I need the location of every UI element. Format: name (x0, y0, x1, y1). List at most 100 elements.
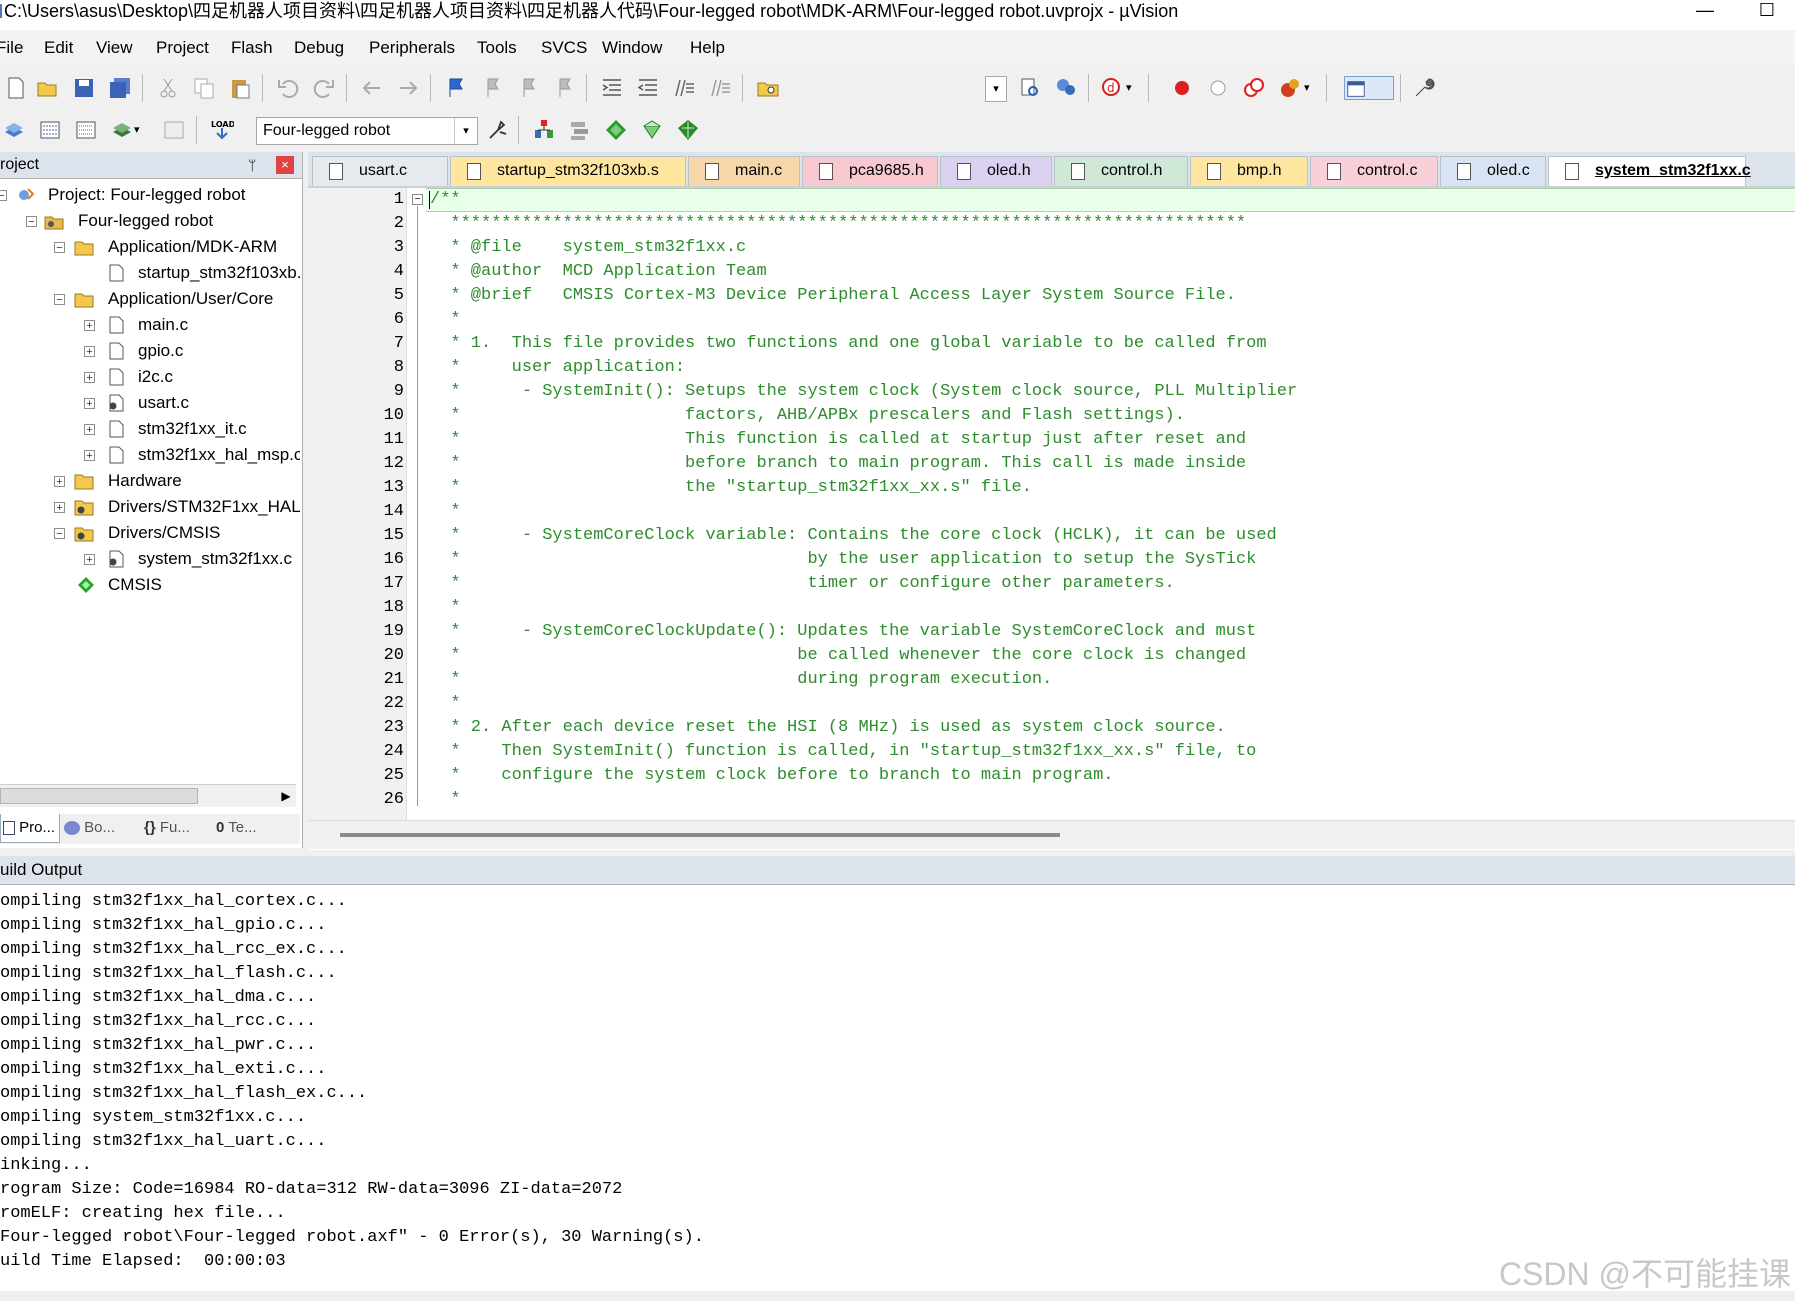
tree-item-label: CMSIS (108, 575, 162, 594)
tab-label: control.h (1101, 162, 1163, 179)
menu-svcs[interactable]: SVCS (541, 38, 587, 58)
tab-label: Bo... (84, 819, 116, 836)
editor-scrollbar[interactable] (308, 820, 1795, 849)
nav-forward-icon[interactable] (396, 76, 420, 100)
tab-oled-c[interactable]: oled.c (1440, 156, 1546, 186)
manage-rte-icon[interactable] (604, 118, 628, 142)
comment-icon[interactable] (672, 76, 696, 100)
save-icon[interactable] (72, 76, 96, 100)
tab-pca9685-h[interactable]: pca9685.h (802, 156, 938, 186)
breakpoint-icon[interactable] (1170, 76, 1194, 100)
batch-dropdown[interactable]: ▾ (134, 118, 148, 142)
tab-oled-h[interactable]: oled.h (940, 156, 1052, 186)
scroll-right-icon[interactable]: ▶ (276, 785, 296, 807)
debug-session-icon[interactable]: d (1100, 76, 1124, 100)
maximize-button[interactable]: ☐ (1744, 0, 1790, 24)
menu-file[interactable]: File (0, 38, 23, 58)
menu-window[interactable]: Window (602, 38, 662, 58)
tab-startup-s[interactable]: startup_stm32f103xb.s (450, 156, 686, 186)
options-for-target-icon[interactable] (486, 118, 510, 142)
chevron-down-icon[interactable]: ▾ (454, 118, 477, 144)
menu-tools[interactable]: Tools (477, 38, 517, 58)
templates-icon: 0 (216, 819, 225, 836)
minimize-button[interactable]: — (1682, 0, 1728, 24)
indent-icon[interactable] (600, 76, 624, 100)
target-select[interactable]: Four-legged robot ▾ (256, 117, 478, 145)
tab-functions[interactable]: {} Fu... (144, 814, 190, 842)
tab-label: main.c (735, 162, 783, 179)
bookmark-icon[interactable] (444, 76, 468, 100)
code-editor[interactable]: 1 2 3 4 5 6 7 8 9 10 11 12 13 14 15 16 1… (308, 188, 1795, 820)
tab-bmp-h[interactable]: bmp.h (1190, 156, 1308, 186)
tab-control-c[interactable]: control.c (1310, 156, 1438, 186)
tab-control-h[interactable]: control.h (1054, 156, 1188, 186)
translate-icon[interactable] (2, 118, 26, 142)
copy-icon[interactable] (192, 76, 216, 100)
pack-installer-icon[interactable] (640, 118, 664, 142)
scrollbar-thumb[interactable] (340, 833, 1060, 837)
find-in-files-icon[interactable] (756, 76, 780, 100)
find-icon[interactable] (1018, 76, 1042, 100)
save-all-icon[interactable] (108, 76, 132, 100)
tab-label: Pro... (19, 819, 56, 836)
undo-icon[interactable] (276, 76, 300, 100)
debug-dropdown[interactable]: ▾ (1126, 76, 1140, 100)
scrollbar-thumb[interactable] (0, 788, 198, 804)
clear-bookmarks-icon[interactable] (552, 76, 576, 100)
tab-books[interactable]: Bo... (64, 814, 115, 842)
tab-system-stm32f1xx-c[interactable]: system_stm32f1xx.c (1548, 156, 1751, 186)
menu-peripherals[interactable]: Peripherals (369, 38, 455, 58)
manage-project-items-icon[interactable] (532, 118, 556, 142)
line-number: 9 (393, 382, 404, 401)
pin-icon[interactable]: ᛘ (248, 152, 256, 178)
rebuild-icon[interactable] (74, 118, 98, 142)
menu-project[interactable]: Project (156, 38, 209, 58)
new-file-icon[interactable] (4, 76, 28, 100)
download-load-icon[interactable]: LOAD (210, 118, 234, 142)
build-icon[interactable] (38, 118, 62, 142)
nav-back-icon[interactable] (360, 76, 384, 100)
redo-icon[interactable] (312, 76, 336, 100)
code-line: * - SystemInit(): Setups the system cloc… (430, 382, 1298, 401)
configure-icon[interactable] (1412, 76, 1436, 100)
folder-open-icon (74, 290, 94, 308)
menu-help[interactable]: Help (690, 38, 725, 58)
window-layout-icon[interactable] (1344, 76, 1394, 100)
code-line: ****************************************… (430, 214, 1247, 233)
build-toolbar: ▾ LOAD Four-legged robot ▾ (0, 110, 1795, 148)
prev-bookmark-icon[interactable] (480, 76, 504, 100)
fold-toggle[interactable]: − (412, 194, 423, 205)
title-bar: C:\Users\asus\Desktop\四足机器人项目资料\四足机器人项目资… (0, 0, 1795, 30)
cut-icon[interactable] (156, 76, 180, 100)
menu-view[interactable]: View (96, 38, 133, 58)
kill-breakpoints-icon[interactable] (1278, 76, 1302, 100)
select-packs-icon[interactable] (568, 118, 592, 142)
folder-gear-icon (74, 498, 94, 516)
tree-item-label: startup_stm32f103xb.s (138, 263, 300, 282)
open-file-icon[interactable] (36, 76, 60, 100)
find-combo-dropdown[interactable]: ▾ (985, 76, 1007, 102)
menu-edit[interactable]: Edit (44, 38, 73, 58)
stop-build-icon[interactable] (162, 118, 186, 142)
tab-usart-c[interactable]: usart.c (312, 156, 448, 186)
menu-flash[interactable]: Flash (231, 38, 273, 58)
tab-templates[interactable]: 0 Te... (216, 814, 257, 842)
disable-all-breakpoints-icon[interactable] (1242, 76, 1266, 100)
unindent-icon[interactable] (636, 76, 660, 100)
file-toolbar: ▾ d ▾ ▾ (0, 68, 1795, 106)
breakpoint-dropdown[interactable]: ▾ (1304, 76, 1318, 100)
batch-build-icon[interactable] (110, 118, 134, 142)
build-line: ompiling stm32f1xx_hal_gpio.c... (0, 916, 327, 935)
disable-breakpoint-icon[interactable] (1206, 76, 1230, 100)
next-bookmark-icon[interactable] (516, 76, 540, 100)
close-icon[interactable]: × (276, 156, 294, 174)
tab-main-c[interactable]: main.c (688, 156, 800, 186)
software-packs-icon[interactable] (676, 118, 700, 142)
uncomment-icon[interactable] (708, 76, 732, 100)
tree-scrollbar[interactable]: ▶ (0, 784, 296, 807)
menu-debug[interactable]: Debug (294, 38, 344, 58)
tab-project[interactable]: Pro... (0, 814, 60, 843)
incremental-find-icon[interactable] (1054, 76, 1078, 100)
file-gear-icon (106, 394, 126, 412)
paste-icon[interactable] (228, 76, 252, 100)
